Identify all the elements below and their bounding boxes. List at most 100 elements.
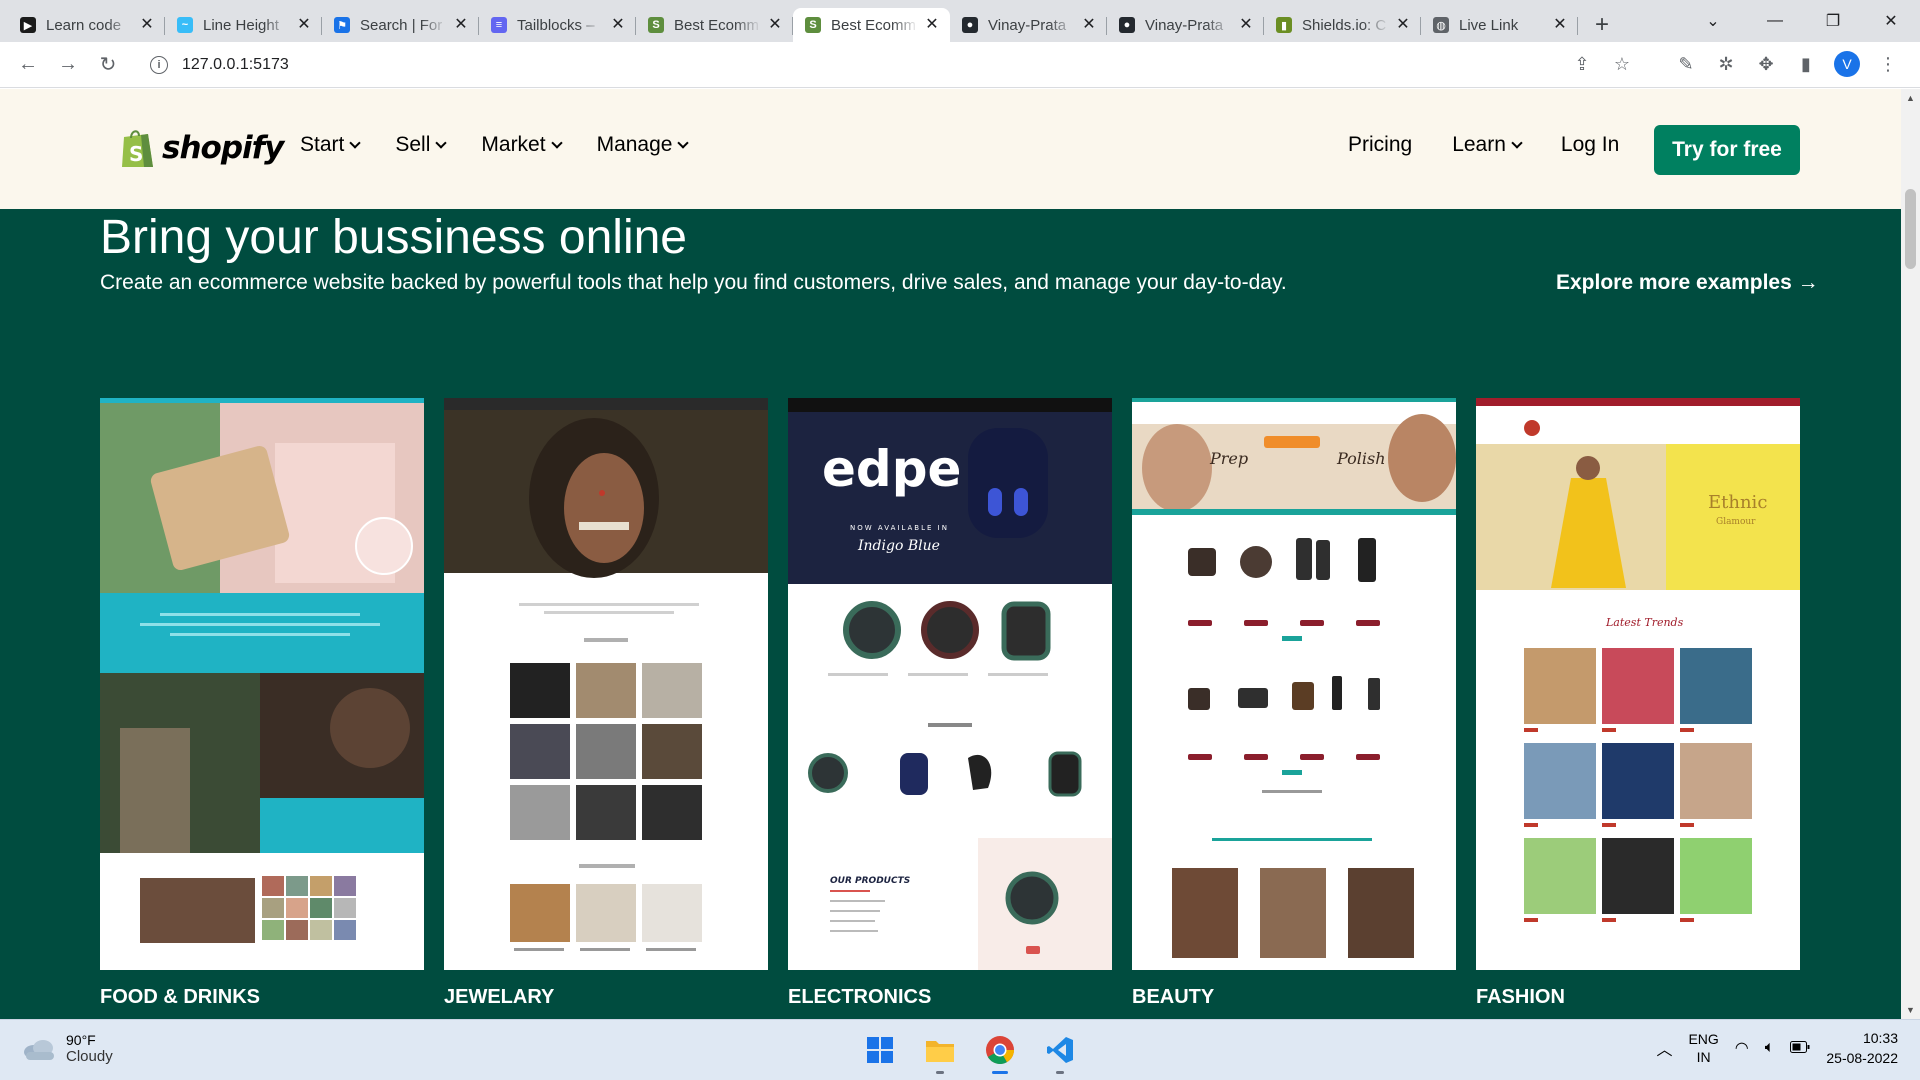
system-tray: ︿ ENG IN ◠ 🔈︎ 10:33 25-08-2022: [1656, 1028, 1898, 1068]
restore-button[interactable]: ❐: [1804, 0, 1862, 42]
wifi-icon[interactable]: ◠: [1735, 1038, 1749, 1058]
chevron-down-icon: [677, 137, 690, 149]
weather-temperature: 90°F: [66, 1032, 96, 1048]
ethnic-hero-text: Ethnic: [1708, 492, 1767, 513]
browser-tab[interactable]: ▶ Learn code ✕: [8, 8, 165, 42]
browser-tab[interactable]: ● Vinay-Prata ✕: [950, 8, 1107, 42]
tab-close-icon[interactable]: ✕: [610, 17, 626, 33]
tab-close-icon[interactable]: ✕: [139, 17, 155, 33]
browser-tab[interactable]: ~ Line Height ✕: [165, 8, 322, 42]
fashion-store-thumbnail: Ethnic Glamour Latest Trends: [1476, 398, 1800, 970]
nav-learn[interactable]: Learn: [1452, 133, 1523, 157]
browser-tab[interactable]: ▮ Shields.io: C ✕: [1264, 8, 1421, 42]
tab-favicon-icon: ~: [177, 17, 193, 33]
close-window-button[interactable]: ✕: [1862, 0, 1920, 42]
example-card-electronics[interactable]: edpe NOW AVAILABLE IN Indigo Blue OUR PR…: [788, 398, 1112, 1009]
example-card-food-drinks[interactable]: FOOD & DRINKS: [100, 398, 424, 1009]
tab-favicon-icon: S: [805, 17, 821, 33]
browser-tab[interactable]: ⚑ Search | For ✕: [322, 8, 479, 42]
language-primary: ENG: [1688, 1031, 1719, 1047]
tab-close-icon[interactable]: ✕: [1238, 17, 1254, 33]
example-card-jewelary[interactable]: JEWELARY: [444, 398, 768, 1009]
nav-manage-label: Manage: [596, 133, 673, 156]
edpe-hero-sub: NOW AVAILABLE IN: [850, 524, 949, 532]
browser-tab-strip: ▶ Learn code ✕ ~ Line Height ✕ ⚑ Search | For ✕ ≡…: [0, 0, 1920, 42]
browser-toolbar: ← → ↻ i 127.0.0.1:5173 ⇪ ☆ ✎ ✲ ✥ ▮ V ⋮: [0, 42, 1920, 88]
tab-search-chevron-icon[interactable]: ⌄: [1690, 0, 1736, 42]
tab-close-icon[interactable]: ✕: [1395, 17, 1411, 33]
minimize-button[interactable]: —: [1746, 0, 1804, 42]
chevron-down-icon: [435, 137, 448, 149]
reload-button[interactable]: ↻: [88, 45, 128, 85]
forward-button[interactable]: →: [48, 45, 88, 85]
shopify-logo[interactable]: S shopify: [120, 127, 284, 169]
explore-examples-link[interactable]: Explore more examples →: [1556, 271, 1819, 295]
tab-favicon-icon: ▮: [1276, 17, 1292, 33]
example-card-beauty[interactable]: Prep Polish BEAUTY: [1132, 398, 1456, 1009]
tab-title: Live Link: [1459, 16, 1519, 34]
menu-kebab-icon[interactable]: ⋮: [1870, 46, 1906, 82]
try-for-free-button[interactable]: Try for free: [1654, 125, 1800, 175]
tab-close-icon[interactable]: ✕: [453, 17, 469, 33]
extension-bug-icon[interactable]: ✲: [1708, 46, 1744, 82]
vscode-icon[interactable]: [1040, 1030, 1080, 1074]
tab-favicon-icon: ≡: [491, 17, 507, 33]
example-card-fashion[interactable]: Ethnic Glamour Latest Trends FASHION: [1476, 398, 1800, 1009]
site-info-icon[interactable]: i: [150, 56, 168, 74]
category-label: FOOD & DRINKS: [100, 986, 260, 1008]
profile-avatar[interactable]: V: [1834, 51, 1860, 77]
nav-pricing[interactable]: Pricing: [1348, 133, 1412, 157]
scrollbar-thumb[interactable]: [1905, 189, 1916, 269]
nav-manage[interactable]: Manage: [596, 133, 690, 157]
tab-close-icon[interactable]: ✕: [1552, 17, 1568, 33]
page-scrollbar[interactable]: ▲ ▼: [1901, 89, 1920, 1019]
nav-start[interactable]: Start: [300, 133, 362, 157]
language-indicator[interactable]: ENG IN: [1688, 1030, 1718, 1066]
extensions-puzzle-icon[interactable]: ✥: [1748, 46, 1784, 82]
url-text: 127.0.0.1:5173: [182, 56, 289, 73]
nav-start-label: Start: [300, 133, 345, 156]
tab-close-icon[interactable]: ✕: [296, 17, 312, 33]
file-explorer-icon[interactable]: [920, 1030, 960, 1074]
battery-icon[interactable]: [1790, 1040, 1810, 1056]
speaker-icon[interactable]: 🔈︎: [1765, 1039, 1775, 1057]
tab-title: Shields.io: C: [1302, 16, 1387, 34]
share-icon[interactable]: ⇪: [1564, 46, 1600, 82]
bookmark-star-icon[interactable]: ☆: [1604, 46, 1640, 82]
window-controls: ⌄ — ❐ ✕: [1690, 0, 1920, 42]
tab-favicon-icon: S: [648, 17, 664, 33]
chrome-icon[interactable]: [980, 1030, 1020, 1074]
edpe-hero-text: edpe: [822, 440, 961, 498]
show-hidden-icons-chevron-icon[interactable]: ︿: [1656, 1036, 1672, 1060]
browser-tab[interactable]: ≡ Tailblocks – ✕: [479, 8, 636, 42]
cloud-icon: [24, 1039, 54, 1060]
tab-favicon-icon: ●: [1119, 17, 1135, 33]
address-bar[interactable]: i 127.0.0.1:5173: [138, 48, 1638, 82]
clock-date: 25-08-2022: [1826, 1050, 1898, 1066]
extension-pen-icon[interactable]: ✎: [1668, 46, 1704, 82]
nav-sell[interactable]: Sell: [395, 133, 448, 157]
chevron-down-icon: [349, 137, 362, 149]
new-tab-button[interactable]: +: [1584, 8, 1620, 42]
clock[interactable]: 10:33 25-08-2022: [1826, 1028, 1898, 1068]
scroll-down-arrow-icon[interactable]: ▼: [1906, 1005, 1915, 1015]
jewelary-store-thumbnail: [444, 398, 768, 970]
browser-tab[interactable]: S Best Ecomm ✕: [793, 8, 950, 42]
tab-list: ▶ Learn code ✕ ~ Line Height ✕ ⚑ Search | For ✕ ≡…: [8, 8, 1578, 42]
weather-widget[interactable]: 90°F Cloudy: [22, 1032, 113, 1065]
browser-tab[interactable]: ◍ Live Link ✕: [1421, 8, 1578, 42]
scroll-up-arrow-icon[interactable]: ▲: [1906, 93, 1915, 103]
nav-login[interactable]: Log In: [1561, 133, 1619, 157]
browser-tab[interactable]: ● Vinay-Prata ✕: [1107, 8, 1264, 42]
nav-market[interactable]: Market: [481, 133, 563, 157]
side-panel-icon[interactable]: ▮: [1788, 46, 1824, 82]
tab-close-icon[interactable]: ✕: [924, 17, 940, 33]
tab-title: Tailblocks –: [517, 16, 595, 34]
back-button[interactable]: ←: [8, 45, 48, 85]
browser-tab[interactable]: S Best Ecomm ✕: [636, 8, 793, 42]
tab-close-icon[interactable]: ✕: [767, 17, 783, 33]
tab-close-icon[interactable]: ✕: [1081, 17, 1097, 33]
tab-title: Vinay-Prata: [1145, 16, 1224, 34]
chevron-down-icon: [550, 137, 563, 149]
windows-start-icon[interactable]: [860, 1030, 900, 1070]
